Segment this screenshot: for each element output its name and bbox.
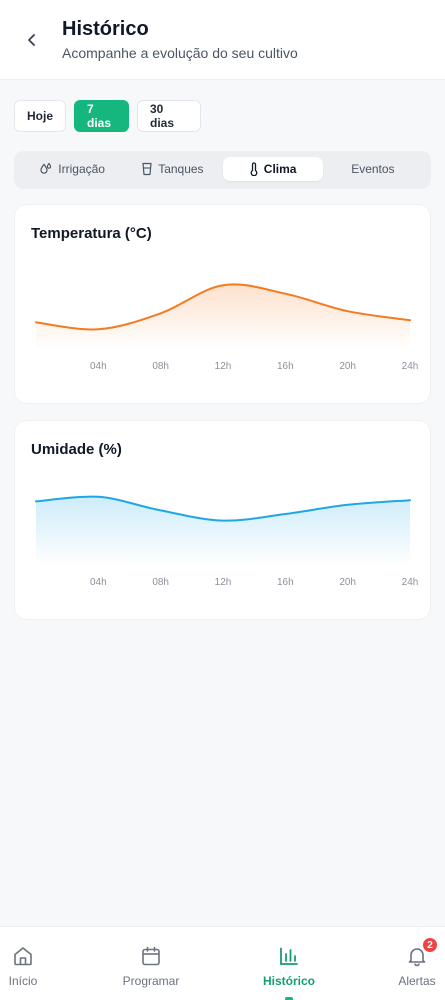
temperature-area — [36, 284, 410, 350]
humidity-chart: 04h 08h 12h 16h 20h 24h — [35, 495, 419, 588]
nav-label: Início — [8, 974, 38, 988]
x-tick-label: 08h — [152, 361, 169, 372]
x-tick-label: 16h — [277, 577, 294, 588]
droplets-icon — [40, 162, 52, 174]
x-tick-label: 20h — [339, 361, 356, 372]
tab-label: Irrigação — [58, 162, 105, 176]
chevron-left-icon — [28, 34, 35, 46]
x-tick-label: 04h — [90, 577, 107, 588]
tab-label: Tanques — [158, 162, 204, 176]
humidity-chart-card: Umidade (%) 04h 08h 12h 16h 20h 24h — [14, 420, 431, 620]
x-tick-label: 08h — [152, 577, 169, 588]
humidity-area — [36, 496, 410, 566]
x-tick-label: 24h — [402, 361, 419, 372]
x-tick-label: 24h — [402, 577, 419, 588]
x-tick-label: 12h — [215, 361, 232, 372]
period-7-days-button[interactable]: 7 dias — [74, 100, 129, 132]
bar-chart-icon — [280, 947, 298, 965]
x-tick-label: 12h — [215, 577, 232, 588]
x-tick-label: 04h — [90, 361, 107, 372]
x-tick-label: 16h — [277, 361, 294, 372]
calendar-icon — [142, 946, 160, 966]
nav-label: Alertas — [398, 974, 436, 988]
nav-label: Programar — [122, 974, 180, 988]
page-subtitle: Acompanhe a evolução do seu cultivo — [62, 45, 298, 61]
period-today-button[interactable]: Hoje — [14, 100, 66, 132]
tab-eventos[interactable]: Eventos — [323, 157, 423, 181]
nav-item-historico[interactable]: Histórico — [260, 927, 318, 1000]
nav-label: Histórico — [262, 974, 315, 988]
temperature-chart: 04h 08h 12h 16h 20h 24h — [35, 283, 419, 372]
tab-clima[interactable]: Clima — [222, 157, 323, 181]
thermometer-icon — [250, 162, 258, 176]
tab-irrigacao[interactable]: Irrigação — [22, 157, 122, 181]
nav-item-alertas[interactable]: 2 Alertas — [395, 927, 439, 1000]
notification-badge: 2 — [422, 937, 438, 953]
tab-label: Eventos — [351, 162, 395, 176]
tab-label: Clima — [263, 162, 297, 176]
x-tick-label: 20h — [339, 577, 356, 588]
app-header: Histórico Acompanhe a evolução do seu cu… — [0, 0, 445, 80]
page-title: Histórico — [62, 18, 149, 40]
history-tabs: Irrigação Tanques Clima Eventos — [14, 151, 431, 189]
bottom-navigation: Início Programar Histórico 2 Alertas — [0, 926, 445, 1000]
home-icon — [14, 947, 32, 966]
tab-tanques[interactable]: Tanques — [122, 157, 222, 181]
temperature-chart-card: Temperatura (°C) 04h 08h 12h 16h 20h 24h — [14, 204, 431, 404]
period-selector: Hoje 7 dias 30 dias — [14, 100, 201, 132]
tank-icon — [142, 162, 152, 176]
period-30-days-button[interactable]: 30 dias — [137, 100, 201, 132]
nav-item-programar[interactable]: Programar — [120, 927, 182, 1000]
back-button[interactable] — [18, 26, 46, 54]
nav-item-inicio[interactable]: Início — [4, 927, 42, 1000]
